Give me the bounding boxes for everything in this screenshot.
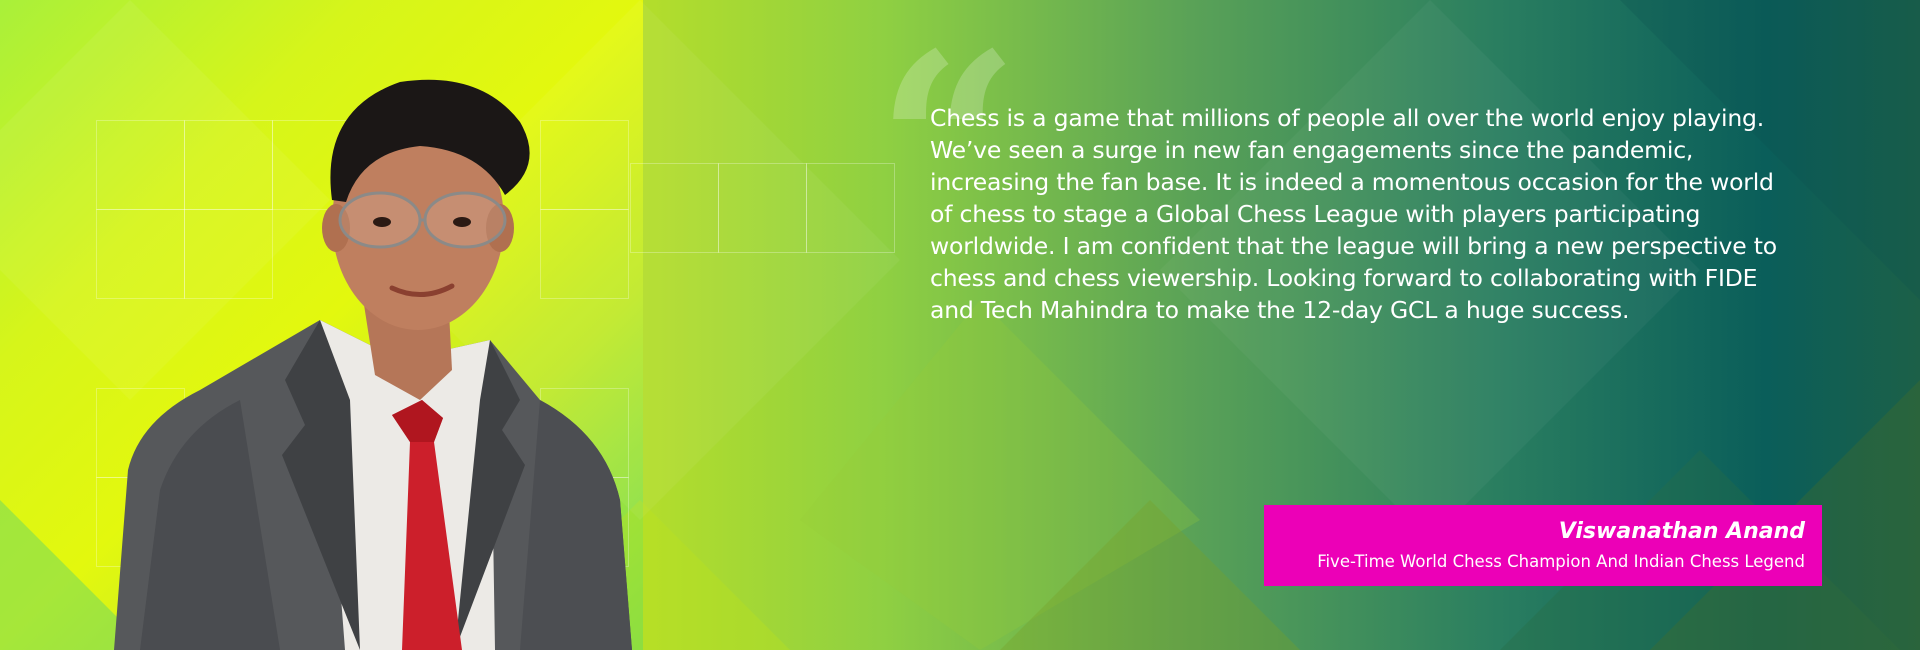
grid-cell <box>630 163 719 253</box>
portrait-image <box>114 79 632 650</box>
testimonial-quote: Chess is a game that millions of people … <box>930 104 1777 324</box>
name-card: Viswanathan Anand Five-Time World Chess … <box>1264 505 1822 586</box>
person-name: Viswanathan Anand <box>1558 519 1805 544</box>
testimonial-banner: “ Chess is a game that millions of peopl… <box>0 0 1920 650</box>
person-title: Five-Time World Chess Champion And India… <box>1317 552 1805 571</box>
grid-cell <box>718 163 807 253</box>
